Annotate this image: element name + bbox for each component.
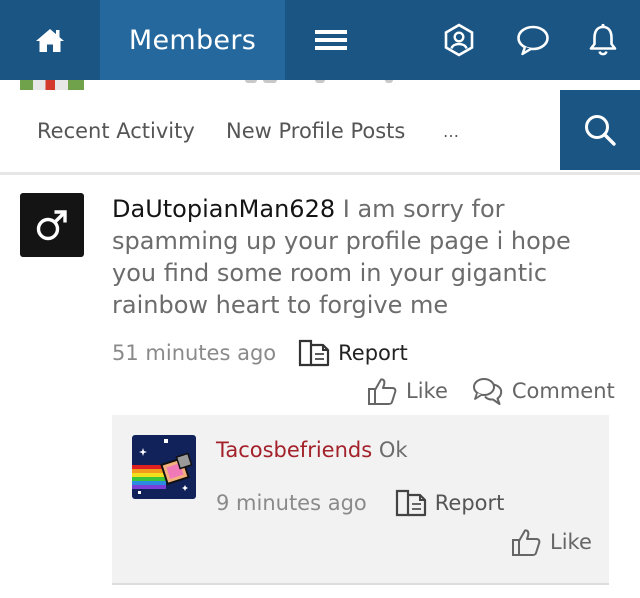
comment-label: Comment bbox=[511, 379, 615, 403]
report-label: Report bbox=[338, 341, 408, 365]
alerts-button[interactable] bbox=[580, 0, 626, 80]
menu-button[interactable] bbox=[300, 0, 362, 80]
post-report-link[interactable]: Report bbox=[298, 338, 408, 368]
post-timestamp[interactable]: 51 minutes ago bbox=[112, 341, 276, 365]
nyan-cat-avatar bbox=[132, 435, 196, 499]
previous-post-avatar bbox=[20, 80, 84, 90]
page-title: Members bbox=[128, 24, 257, 56]
comments-icon bbox=[472, 378, 503, 405]
post-comment-button[interactable]: Comment bbox=[472, 376, 615, 406]
home-icon bbox=[36, 29, 64, 52]
profile-tab-bar: Recent Activity New Profile Posts … bbox=[0, 90, 640, 175]
post-author-avatar[interactable] bbox=[20, 193, 84, 257]
account-button[interactable] bbox=[436, 0, 482, 80]
comment-author-name[interactable]: Tacosbefriends bbox=[216, 438, 372, 462]
report-icon bbox=[395, 489, 426, 517]
conversations-button[interactable] bbox=[510, 0, 556, 80]
tab-more[interactable]: … bbox=[443, 90, 459, 172]
tab-label: New Profile Posts bbox=[226, 119, 406, 143]
post-meta: 51 minutes ago Report bbox=[112, 336, 408, 370]
report-label: Report bbox=[434, 491, 505, 515]
comment-box: Tacosbefriends Ok 9 minutes ago Report L… bbox=[112, 415, 609, 585]
post-like-button[interactable]: Like bbox=[366, 376, 448, 406]
search-button[interactable] bbox=[560, 90, 640, 170]
like-label: Like bbox=[550, 530, 592, 554]
comment-like-button[interactable]: Like bbox=[510, 525, 592, 559]
comment-message-text: Ok bbox=[378, 438, 408, 462]
like-label: Like bbox=[406, 379, 448, 403]
chat-bubble-icon bbox=[517, 25, 549, 56]
members-tab[interactable]: Members bbox=[100, 0, 285, 80]
tab-label: Recent Activity bbox=[37, 119, 195, 143]
user-badge-icon bbox=[444, 23, 474, 57]
tab-label: … bbox=[443, 121, 459, 141]
search-icon bbox=[585, 115, 616, 146]
comment-report-link[interactable]: Report bbox=[395, 488, 505, 518]
top-navigation-bar: Members bbox=[0, 0, 640, 80]
post-actions: Like Comment bbox=[366, 374, 615, 408]
post-author-name[interactable]: DaUtopianMan628 bbox=[112, 195, 335, 223]
bell-icon bbox=[589, 23, 617, 56]
male-symbol-icon bbox=[36, 210, 67, 241]
menu-icon bbox=[315, 30, 347, 50]
previous-post-text-fragment bbox=[245, 80, 395, 90]
post-message: DaUtopianMan628 I am sorry for spamming … bbox=[112, 193, 617, 321]
report-icon bbox=[299, 339, 330, 367]
previous-post-fragment bbox=[0, 80, 640, 90]
tab-recent-activity[interactable]: Recent Activity bbox=[37, 90, 195, 172]
comment-meta: 9 minutes ago Report bbox=[216, 486, 504, 520]
comment-message: Tacosbefriends Ok bbox=[216, 435, 408, 465]
tab-new-profile-posts[interactable]: New Profile Posts bbox=[226, 90, 405, 172]
home-button[interactable] bbox=[0, 0, 100, 80]
comment-timestamp[interactable]: 9 minutes ago bbox=[216, 491, 367, 515]
thumbs-up-icon bbox=[368, 378, 397, 405]
comment-author-avatar[interactable] bbox=[132, 435, 196, 499]
thumbs-up-icon bbox=[512, 529, 541, 556]
